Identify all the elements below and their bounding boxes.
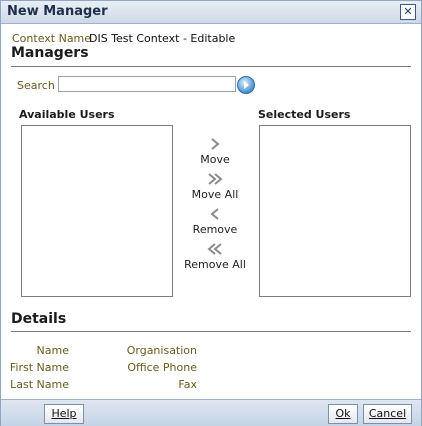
available-users-list[interactable] [21, 125, 173, 297]
chevron-left-icon [180, 207, 250, 223]
move-button[interactable]: Move [180, 137, 250, 166]
double-chevron-left-icon [180, 242, 250, 258]
title-bar: New Manager ✕ [1, 1, 421, 24]
new-manager-dialog: New Manager ✕ Context Name DIS Test Cont… [0, 0, 422, 426]
search-input[interactable] [58, 76, 236, 92]
detail-label-organisation: Organisation [126, 344, 197, 357]
context-name-label: Context Name [12, 32, 92, 45]
selected-users-list[interactable] [259, 125, 411, 297]
details-divider [11, 331, 411, 332]
help-button[interactable]: Help [44, 404, 84, 424]
selected-users-heading: Selected Users [258, 108, 351, 121]
detail-label-name: Name [36, 344, 69, 357]
move-all-label: Move All [191, 188, 239, 201]
detail-label-first-name: First Name [9, 361, 69, 374]
move-all-button[interactable]: Move All [180, 172, 250, 201]
details-heading: Details [11, 311, 67, 327]
managers-heading: Managers [11, 45, 89, 61]
search-label: Search [17, 79, 55, 92]
go-arrow-icon[interactable] [237, 76, 255, 94]
detail-label-office-phone: Office Phone [127, 361, 197, 374]
remove-all-button[interactable]: Remove All [180, 242, 250, 271]
chevron-right-icon [180, 137, 250, 153]
managers-divider [11, 66, 411, 67]
available-users-heading: Available Users [19, 108, 115, 121]
cancel-button[interactable]: Cancel [363, 404, 412, 424]
remove-all-label: Remove All [184, 258, 246, 271]
context-name-value: DIS Test Context - Editable [89, 32, 236, 45]
detail-label-last-name: Last Name [10, 378, 69, 391]
dialog-footer: Help Ok Cancel [1, 399, 421, 426]
close-icon[interactable]: ✕ [400, 4, 416, 20]
move-label: Move [200, 153, 230, 166]
remove-button[interactable]: Remove [180, 207, 250, 236]
dialog-title: New Manager [7, 4, 108, 19]
double-chevron-right-icon [180, 172, 250, 188]
detail-label-fax: Fax [178, 378, 197, 391]
remove-label: Remove [192, 223, 238, 236]
ok-button[interactable]: Ok [328, 404, 358, 424]
